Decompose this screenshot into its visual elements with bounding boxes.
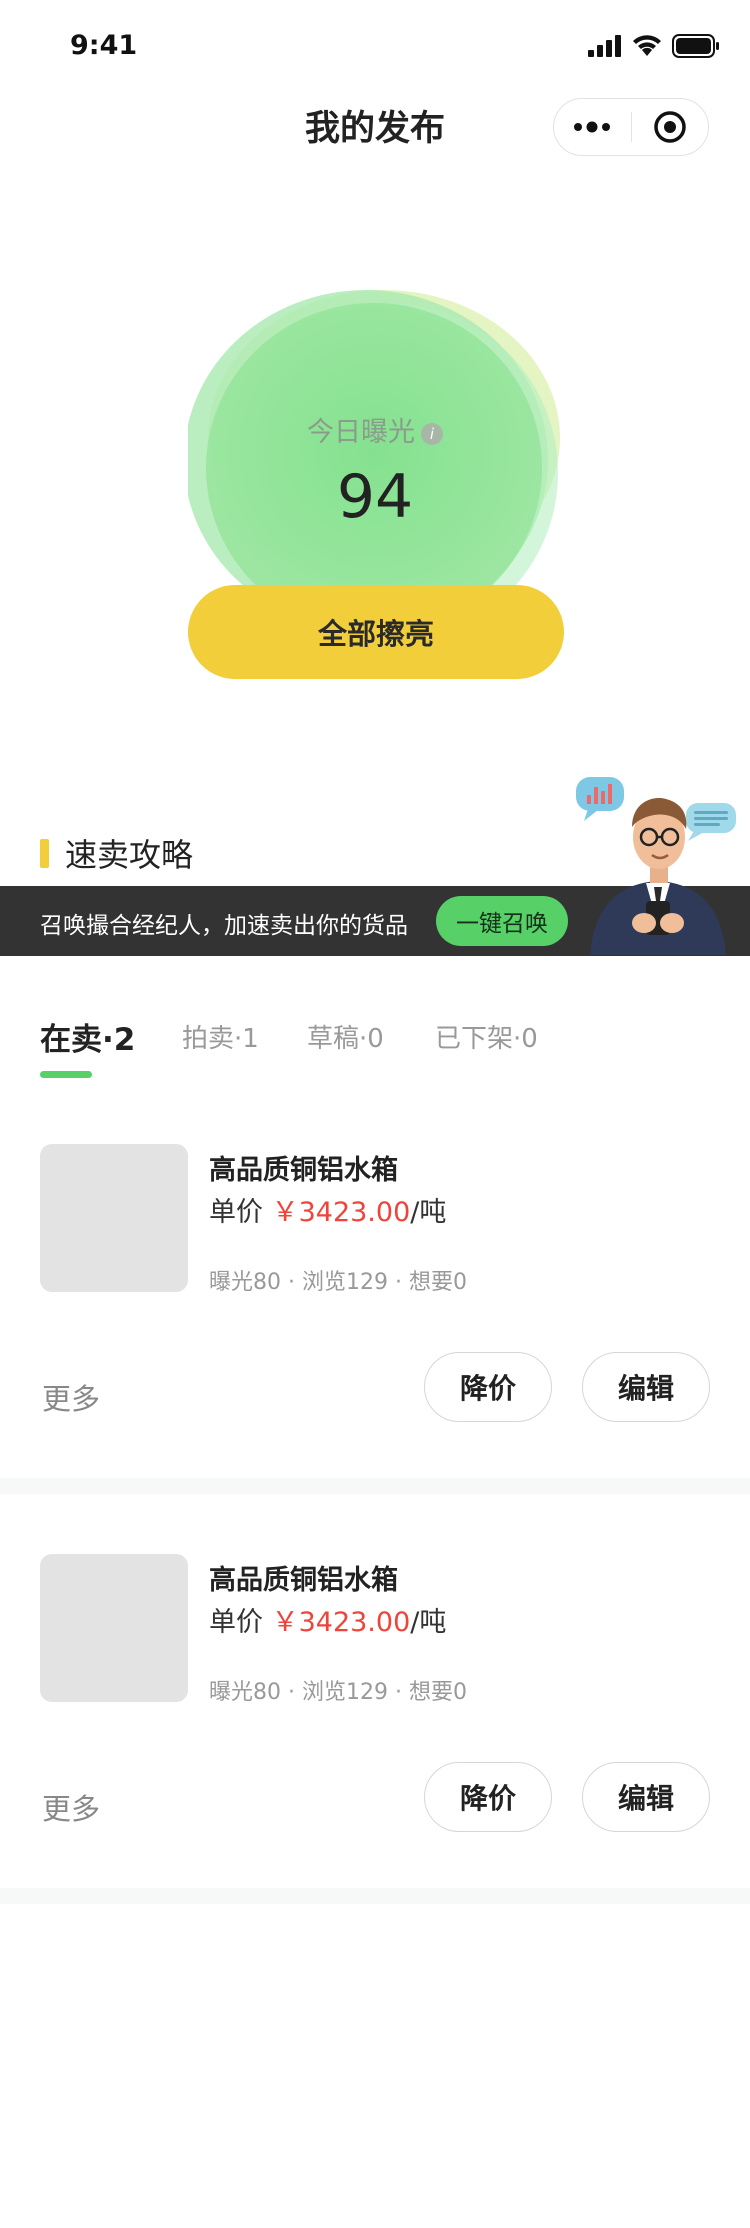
edit-button[interactable]: 编辑	[582, 1352, 710, 1422]
price-unit: /吨	[410, 1197, 447, 1228]
reduce-price-button[interactable]: 降价	[424, 1352, 552, 1422]
tab-auction[interactable]: 拍卖·1	[182, 1018, 259, 1055]
strategy-section-title: 速卖攻略	[40, 830, 193, 876]
more-button[interactable]: 更多	[42, 1786, 100, 1828]
info-icon[interactable]: i	[421, 423, 443, 445]
more-menu-button[interactable]	[554, 99, 631, 155]
wifi-icon	[633, 35, 661, 56]
target-close-icon	[654, 111, 686, 143]
active-tab-indicator	[40, 1071, 92, 1078]
reduce-price-button[interactable]: 降价	[424, 1762, 552, 1832]
listing-thumbnail[interactable]	[40, 1554, 188, 1702]
section-marker	[40, 838, 49, 868]
mini-program-capsule	[553, 98, 709, 156]
listing-stats: 曝光80 · 浏览129 · 想要0	[209, 1680, 467, 1705]
price-amount: ￥3423.00	[271, 1607, 411, 1638]
listing-price: 单价 ￥3423.00/吨	[209, 1190, 446, 1229]
price-amount: ￥3423.00	[271, 1197, 411, 1228]
message-bubble-icon	[686, 803, 736, 841]
price-prefix: 单价	[209, 1607, 263, 1638]
edit-button[interactable]: 编辑	[582, 1762, 710, 1832]
close-mini-program-button[interactable]	[632, 99, 709, 155]
card-divider	[0, 1478, 750, 1494]
agent-banner-text: 召唤撮合经纪人，加速卖出你的货品	[40, 913, 408, 939]
summon-agent-button[interactable]: 一键召唤	[436, 896, 568, 946]
listing-title[interactable]: 高品质铜铝水箱	[209, 1148, 398, 1187]
status-icons	[588, 34, 720, 58]
listing-price: 单价 ￥3423.00/吨	[209, 1600, 446, 1639]
exposure-value: 94	[336, 462, 414, 532]
exposure-label-text: 今日曝光	[307, 417, 415, 448]
more-button[interactable]: 更多	[42, 1376, 100, 1418]
more-dots-icon	[574, 121, 611, 133]
tab-drafts[interactable]: 草稿·0	[307, 1018, 384, 1055]
battery-icon	[672, 34, 719, 58]
card-divider	[0, 1888, 750, 1904]
exposure-label: 今日曝光 i	[0, 410, 750, 449]
listing-stats: 曝光80 · 浏览129 · 想要0	[209, 1270, 467, 1295]
agent-mascot-illustration	[576, 777, 736, 955]
polish-all-button[interactable]: 全部擦亮	[188, 585, 564, 679]
tab-on-sale[interactable]: 在卖·2	[40, 1014, 135, 1059]
tab-delisted[interactable]: 已下架·0	[435, 1018, 538, 1055]
listing-title[interactable]: 高品质铜铝水箱	[209, 1558, 398, 1597]
listing-thumbnail[interactable]	[40, 1144, 188, 1292]
price-prefix: 单价	[209, 1197, 263, 1228]
signal-icon	[588, 35, 621, 57]
status-time: 9:41	[70, 30, 138, 61]
strategy-title-text: 速卖攻略	[65, 836, 194, 874]
price-unit: /吨	[410, 1607, 447, 1638]
chart-bubble-icon	[576, 777, 624, 821]
